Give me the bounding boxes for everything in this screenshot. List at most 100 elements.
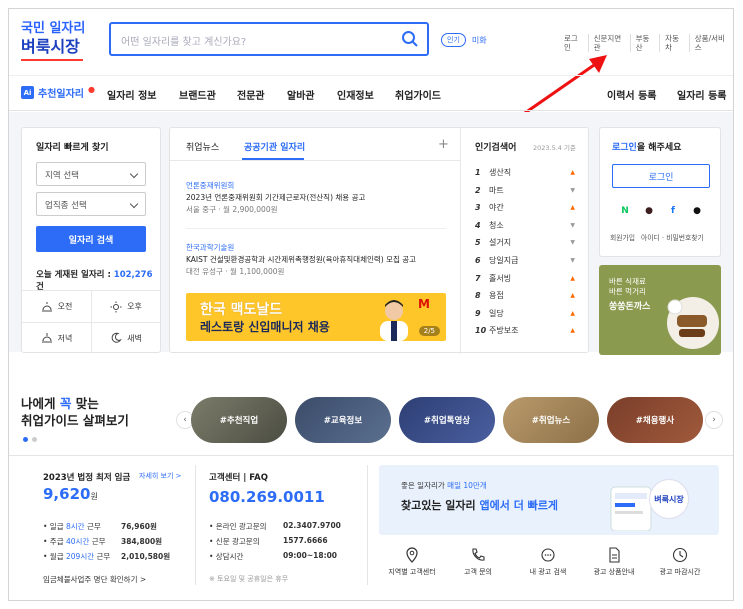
shift-dawn[interactable]: 새벽 — [91, 322, 160, 353]
shift-morning-label: 오전 — [57, 302, 73, 311]
mcdonalds-banner[interactable]: 한국 맥도날드 레스토랑 신입매니저 채용 M 2/5 — [186, 293, 446, 341]
trend-down-icon: ▼ — [570, 221, 575, 229]
center-row-key: • 상담시간 — [209, 552, 244, 561]
ranking-word: 주방보조 — [489, 326, 519, 336]
login-button[interactable]: 로그인 — [612, 164, 710, 188]
popular-word[interactable]: 미화 — [472, 35, 487, 46]
apple-icon[interactable]: ● — [690, 204, 704, 218]
category-select[interactable]: 업직종 선택 — [36, 192, 146, 216]
ranking-item[interactable]: 9 일당 ▲ — [475, 305, 575, 322]
service-inquiry[interactable]: 고객 문의 — [447, 547, 509, 577]
customer-center-title[interactable]: 고객센터 | FAQ — [209, 471, 268, 483]
nav-talent[interactable]: 인재정보 — [337, 87, 374, 102]
region-select[interactable]: 지역 선택 — [36, 162, 146, 186]
ranking-item[interactable]: 10 주방보조 ▲ — [475, 322, 575, 339]
guide-tag-education[interactable]: #교육정보 — [295, 397, 391, 443]
nav-brand[interactable]: 브랜드관 — [179, 87, 216, 102]
plus-icon[interactable]: + — [438, 137, 449, 152]
ranking-date: 2023.5.4 기준 — [533, 144, 576, 152]
facebook-icon[interactable]: f — [666, 204, 680, 218]
tab-job-news[interactable]: 취업뉴스 — [186, 140, 219, 153]
service-deadline[interactable]: 광고 마감시간 — [649, 547, 711, 577]
toplink-car[interactable]: 자동차 — [659, 34, 689, 52]
shift-afternoon[interactable]: 오후 — [91, 291, 160, 322]
ad-line1: 바른 식재료 — [609, 277, 646, 286]
guide-title-post: 맞는 — [71, 396, 99, 411]
wage-row: • 일급 8시간 근무 76,960원 — [43, 521, 173, 532]
service-product-info[interactable]: 광고 상품안내 — [583, 547, 645, 577]
guide-pagination — [23, 437, 37, 442]
popular-badge: 인기 — [441, 33, 466, 47]
nav-specialty[interactable]: 전문관 — [237, 87, 265, 102]
trend-up-icon: ▲ — [570, 169, 575, 176]
nav-resume-register[interactable]: 이력서 등록 — [607, 87, 656, 102]
dot-active[interactable] — [23, 437, 28, 442]
ranking-item[interactable]: 8 용접 ▲ — [475, 287, 575, 304]
customer-center-phone: 080.269.0011 — [209, 488, 325, 506]
nav-ai-recommend[interactable]: Ai 추천일자리 ● — [21, 85, 95, 100]
news-item[interactable]: 언론중재위원회 2023년 언론중재위원회 기간제근로자(전산직) 채용 공고 … — [186, 180, 365, 216]
ranking-item[interactable]: 4 청소 ▼ — [475, 217, 575, 234]
app-banner[interactable]: 좋은 일자리가 매일 10만개 찾고있는 일자리 앱에서 더 빠르게 벼룩시장 — [379, 465, 719, 535]
job-search-button[interactable]: 일자리 검색 — [36, 226, 146, 252]
ranking-number: 5 — [475, 238, 481, 248]
ad-line2: 바른 먹거리 — [609, 287, 646, 296]
find-account-link[interactable]: 아이디 · 비밀번호찾기 — [641, 232, 704, 242]
ranking-number: 1 — [475, 168, 481, 177]
nav-job-info[interactable]: 일자리 정보 — [107, 87, 156, 102]
guide-tag-video[interactable]: #취업톡영상 — [399, 397, 495, 443]
search-box[interactable]: 어떤 일자리를 찾고 계신가요? — [109, 22, 429, 56]
tonkatsu-ad[interactable]: 바른 식재료 바른 먹거리 쏭쏭돈까스 — [599, 265, 721, 355]
nav-parttime[interactable]: 알바관 — [287, 87, 315, 102]
wage-row-pre: • 주급 — [43, 537, 66, 546]
guide-next-button[interactable]: › — [705, 411, 723, 429]
ranking-word: 용접 — [489, 291, 504, 301]
ranking-item[interactable]: 5 설거지 ▼ — [475, 234, 575, 251]
ranking-item[interactable]: 6 당일지급 ▼ — [475, 252, 575, 269]
shift-dawn-label: 새벽 — [127, 333, 142, 343]
guide-tag-event[interactable]: #채용행사 — [607, 397, 703, 443]
login-links: 회원가입 아이디 · 비밀번호찾기 — [610, 232, 704, 242]
shift-evening[interactable]: 저녁 — [22, 322, 91, 353]
search-input[interactable]: 어떤 일자리를 찾고 계신가요? — [121, 33, 246, 48]
service-label: 광고 마감시간 — [659, 568, 701, 576]
guide-title-line2: 취업가이드 살펴보기 — [21, 413, 129, 428]
news-desc: 2023년 언론중재위원회 기간제근로자(전산직) 채용 공고 — [186, 193, 366, 202]
popular-keyword[interactable]: 인기 미화 — [441, 33, 487, 47]
ranking-item[interactable]: 3 야간 ▲ — [475, 199, 575, 216]
nav-job-register[interactable]: 일자리 등록 — [677, 87, 726, 102]
news-item[interactable]: 한국과학기술원 KAIST 건설및환경공학과 시간제위촉행정원(육아휴직대체인력… — [186, 242, 416, 278]
search-icon[interactable] — [401, 30, 419, 48]
toplink-service[interactable]: 상품/서비스 — [688, 34, 733, 52]
tab-divider — [170, 160, 460, 161]
unpaid-employer-link[interactable]: 임금체불사업주 명단 확인하기 > — [43, 574, 146, 585]
guide-tag-recommend[interactable]: #추천직업 — [191, 397, 287, 443]
ranking-item[interactable]: 2 마트 ▼ — [475, 182, 575, 199]
ai-icon: Ai — [21, 86, 34, 99]
service-region-center[interactable]: 지역별 고객센터 — [381, 547, 443, 577]
site-logo[interactable]: 국민 일자리 벼룩시장 — [21, 21, 91, 61]
wage-row-value: 76,960원 — [121, 522, 157, 531]
tab-public-jobs[interactable]: 공공기관 일자리 — [244, 140, 305, 153]
ranking-item[interactable]: 7 홀서빙 ▲ — [475, 270, 575, 287]
sunrise-icon — [41, 301, 52, 311]
logo-underline — [21, 59, 83, 61]
nav-guide[interactable]: 취업가이드 — [395, 87, 441, 102]
naver-icon[interactable]: N — [618, 204, 632, 218]
nav-ai-label: 추천일자리 — [38, 89, 84, 100]
wage-more-link[interactable]: 자세히 보기 > — [139, 471, 182, 481]
kakao-icon[interactable]: ● — [642, 204, 656, 218]
news-desc: KAIST 건설및환경공학과 시간제위촉행정원(육아휴직대체인력) 모집 공고 — [186, 255, 417, 264]
service-my-ad-search[interactable]: 내 광고 검색 — [517, 547, 579, 577]
login-card: 로그인을 해주세요 로그인 N ● f ● 회원가입 아이디 · 비밀번호찾기 — [599, 127, 721, 257]
toplink-realestate[interactable]: 부동산 — [629, 34, 660, 52]
app-banner-sub: 좋은 일자리가 매일 10만개 — [401, 480, 487, 491]
center-row: • 상담시간 09:00~18:00 — [209, 551, 337, 562]
signup-link[interactable]: 회원가입 — [610, 232, 635, 242]
center-note: ※ 토요일 및 공휴일은 휴무 — [209, 575, 289, 583]
wage-row-pre: • 일급 — [43, 522, 66, 531]
ranking-item[interactable]: 1 생산직 ▲ — [475, 164, 575, 181]
guide-tag-news[interactable]: #취업뉴스 — [503, 397, 599, 443]
dot[interactable] — [32, 437, 37, 442]
shift-morning[interactable]: 오전 — [22, 291, 91, 322]
